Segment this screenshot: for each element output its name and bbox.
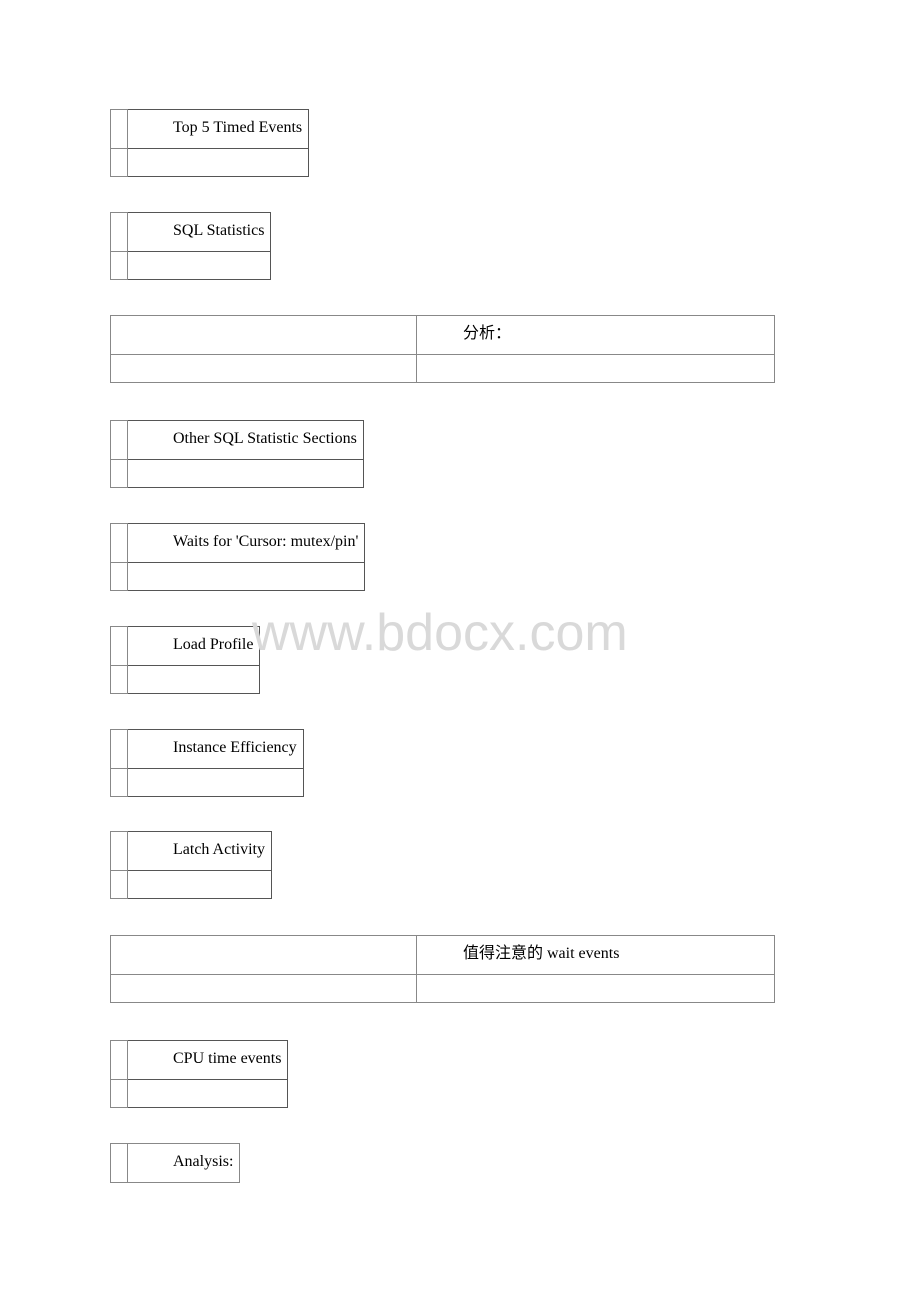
section-title: CPU time events bbox=[126, 1040, 289, 1080]
section-table-top5-timed-events: Top 5 Timed Events bbox=[110, 109, 310, 177]
section-table-notable-wait-events: 值得注意的 wait events bbox=[110, 935, 775, 1003]
section-title: SQL Statistics bbox=[126, 212, 272, 252]
section-table-latch-activity: Latch Activity bbox=[110, 831, 272, 899]
section-table-load-profile: Load Profile bbox=[110, 626, 261, 694]
section-table-instance-efficiency: Instance Efficiency bbox=[110, 729, 304, 797]
section-title: Load Profile bbox=[126, 626, 261, 666]
section-table-analysis: Analysis: bbox=[110, 1143, 241, 1183]
section-title: Waits for 'Cursor: mutex/pin' bbox=[126, 523, 366, 563]
section-table-cpu-time-events: CPU time events bbox=[110, 1040, 289, 1108]
section-title: Top 5 Timed Events bbox=[126, 109, 310, 149]
section-title: Latch Activity bbox=[127, 831, 272, 871]
section-table-sql-statistics: SQL Statistics bbox=[110, 212, 272, 280]
section-title: Instance Efficiency bbox=[127, 729, 304, 769]
section-title: 分析： bbox=[416, 315, 775, 355]
section-table-waits-cursor-mutex-pin: Waits for 'Cursor: mutex/pin' bbox=[110, 523, 366, 591]
section-title: Other SQL Statistic Sections bbox=[127, 420, 364, 460]
section-title: Analysis: bbox=[126, 1143, 241, 1183]
watermark: www.bdocx.com bbox=[252, 604, 628, 662]
section-table-other-sql-statistic-sections: Other SQL Statistic Sections bbox=[110, 420, 364, 488]
section-table-analysis-cn: 分析： bbox=[110, 315, 775, 383]
section-title: 值得注意的 wait events bbox=[416, 935, 775, 975]
